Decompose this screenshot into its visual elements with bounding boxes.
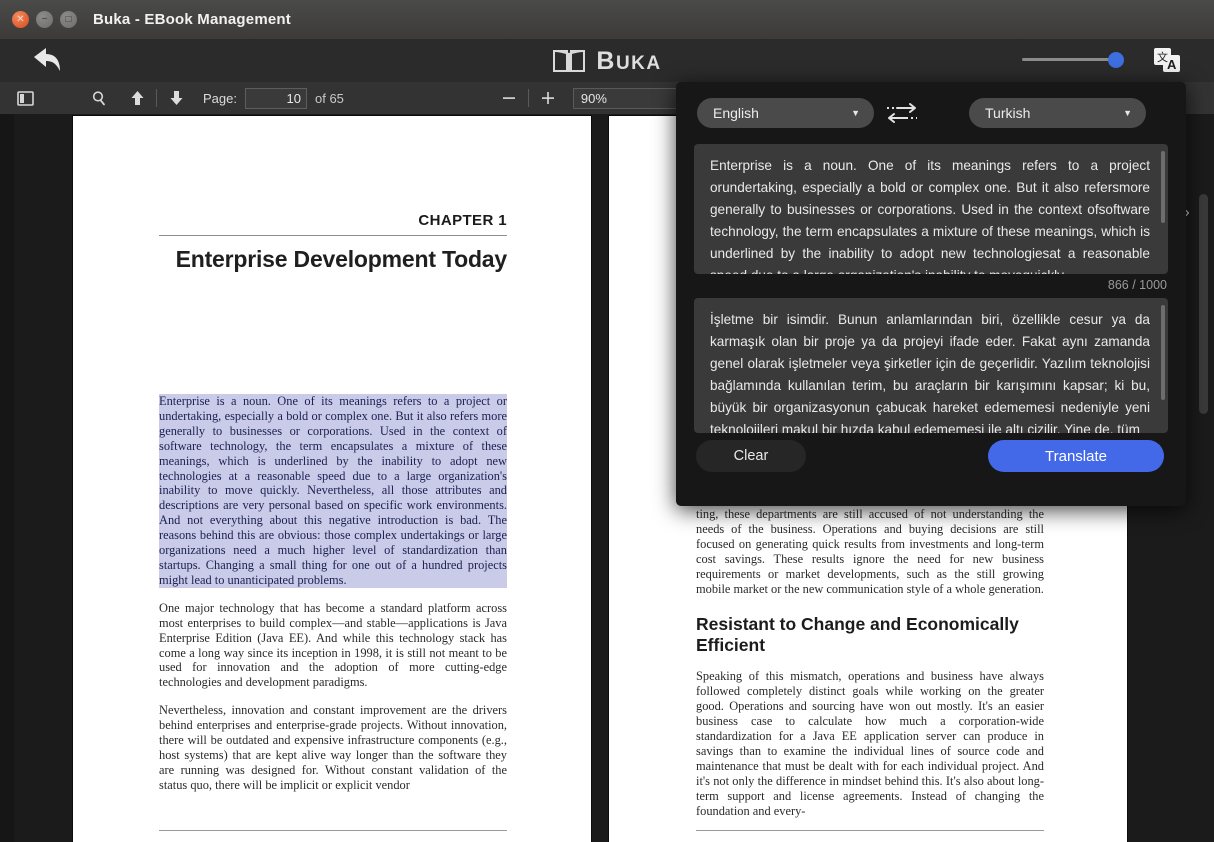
left-edge-strip — [0, 114, 14, 842]
panel-actions: Clear Translate — [676, 440, 1186, 490]
source-text-box[interactable]: Enterprise is a noun. One of its meaning… — [694, 144, 1168, 274]
language-bar: English ▼ Turkish ▼ — [676, 82, 1186, 144]
translate-button[interactable]: Translate — [988, 440, 1164, 472]
section-heading: Resistant to Change and Economically Eff… — [696, 614, 1019, 656]
previous-page-icon[interactable] — [122, 83, 152, 113]
highlighted-paragraph[interactable]: Enterprise is a noun. One of its meaning… — [159, 394, 507, 588]
zoom-controls: 90% — [494, 83, 693, 113]
clear-button[interactable]: Clear — [696, 440, 806, 472]
slider-track — [1022, 58, 1122, 61]
character-counter: 866 / 1000 — [1107, 278, 1167, 292]
translate-panel: English ▼ Turkish ▼ Enterprise is a noun… — [676, 82, 1186, 506]
slider-thumb[interactable] — [1108, 52, 1124, 68]
brightness-slider[interactable] — [1022, 50, 1124, 70]
search-icon[interactable] — [84, 83, 114, 113]
chapter-rule — [159, 235, 507, 236]
chapter-title: Enterprise Development Today — [175, 246, 508, 272]
target-scrollbar[interactable] — [1161, 305, 1165, 400]
zoom-level-field[interactable]: 90% — [572, 87, 693, 109]
target-text-box[interactable]: İşletme bir isimdir. Bunun anlamlarından… — [694, 298, 1168, 433]
page-footer-rule — [159, 830, 507, 831]
chevron-down-icon: ▼ — [851, 108, 860, 118]
back-button[interactable] — [26, 43, 66, 79]
swap-languages-icon[interactable] — [874, 96, 930, 130]
window-controls: ✕ − □ — [12, 11, 77, 28]
page-left-spacer — [159, 273, 507, 394]
zoom-divider — [527, 89, 529, 107]
target-text[interactable]: İşletme bir isimdir. Bunun anlamlarından… — [694, 298, 1168, 433]
page-label: Page: — [203, 90, 237, 106]
window-title: Buka - EBook Management — [93, 11, 291, 28]
paragraph: Nevertheless, innovation and constant im… — [159, 703, 507, 792]
svg-text:A: A — [1167, 57, 1177, 72]
maximize-window-icon[interactable]: □ — [60, 11, 77, 28]
paragraph: Speaking of this mismatch, operations an… — [696, 669, 1044, 818]
app-window: ✕ − □ Buka - EBook Management BUKA 文 A P… — [0, 0, 1214, 842]
page-left-content: CHAPTER 1 Enterprise Development Today E… — [159, 116, 507, 793]
next-page-icon[interactable] — [161, 83, 191, 113]
vertical-scrollbar[interactable] — [1199, 194, 1208, 414]
close-window-icon[interactable]: ✕ — [12, 11, 29, 28]
chapter-label: CHAPTER 1 — [418, 212, 507, 229]
target-language-select[interactable]: Turkish ▼ — [969, 98, 1146, 128]
zoom-in-icon[interactable] — [533, 83, 563, 113]
paragraph: ting, these departments are still accuse… — [696, 507, 1044, 596]
source-language-select[interactable]: English ▼ — [697, 98, 874, 128]
source-scrollbar[interactable] — [1161, 151, 1165, 223]
zoom-out-icon[interactable] — [494, 83, 524, 113]
chevron-down-icon: ▼ — [1123, 108, 1132, 118]
sidebar-toggle-icon[interactable] — [10, 83, 40, 113]
page-footer-rule — [696, 830, 1044, 831]
page-number-input[interactable] — [244, 87, 307, 109]
paragraph: One major technology that has become a s… — [159, 600, 507, 690]
toolbar-divider — [156, 89, 157, 107]
translate-tool-button[interactable]: 文 A — [1148, 40, 1186, 80]
page-total-label: of 65 — [314, 90, 344, 106]
page-left: CHAPTER 1 Enterprise Development Today E… — [73, 116, 591, 842]
translate-icon: 文 A — [1154, 48, 1180, 72]
minimize-window-icon[interactable]: − — [36, 11, 53, 28]
source-text[interactable]: Enterprise is a noun. One of its meaning… — [694, 144, 1168, 274]
title-bar: ✕ − □ Buka - EBook Management — [0, 0, 1214, 40]
target-language-label: Turkish — [985, 105, 1031, 121]
source-language-label: English — [713, 105, 759, 121]
